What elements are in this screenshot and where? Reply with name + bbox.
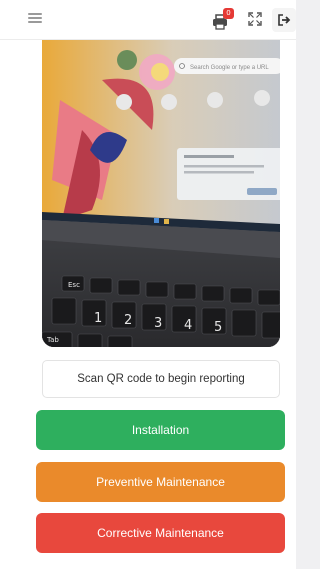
corrective-maintenance-button[interactable]: Corrective Maintenance [36, 513, 285, 553]
logout-icon [278, 14, 291, 26]
fullscreen-icon[interactable] [248, 12, 262, 26]
left-rail [0, 40, 22, 569]
preventive-maintenance-button[interactable]: Preventive Maintenance [36, 462, 285, 502]
svg-text:2: 2 [124, 313, 132, 328]
hamburger-menu-icon[interactable] [28, 11, 42, 25]
top-bar: 0 [0, 0, 296, 40]
logout-button[interactable] [272, 8, 296, 32]
qr-camera-preview[interactable]: Search Google or type a URL 1 2 3 4 5 Es… [42, 40, 280, 347]
print-queue-button[interactable]: 0 [212, 8, 234, 31]
svg-text:3: 3 [154, 316, 162, 331]
svg-text:1: 1 [94, 311, 102, 326]
svg-text:5: 5 [214, 320, 222, 335]
print-count-badge: 0 [223, 8, 234, 19]
svg-text:Esc: Esc [68, 281, 80, 289]
camera-feed-image: Search Google or type a URL 1 2 3 4 5 Es… [42, 40, 280, 347]
installation-button[interactable]: Installation [36, 410, 285, 450]
scan-qr-instruction: Scan QR code to begin reporting [42, 360, 280, 398]
svg-text:Search Google or type a URL: Search Google or type a URL [190, 65, 269, 71]
main-content: Search Google or type a URL 1 2 3 4 5 Es… [22, 40, 296, 569]
svg-text:4: 4 [184, 318, 192, 333]
svg-text:Tab: Tab [46, 336, 59, 344]
